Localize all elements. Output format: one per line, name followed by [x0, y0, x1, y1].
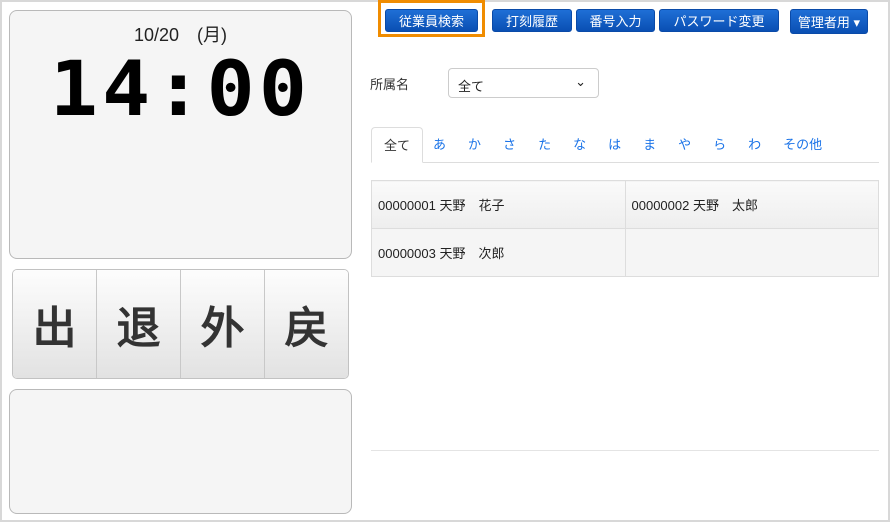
employee-cell[interactable]: 00000003 天野 次郎	[371, 228, 626, 277]
affiliation-select[interactable]: 全て ⌄	[448, 68, 599, 98]
employee-cell	[624, 228, 879, 277]
tab-10[interactable]: わ	[736, 127, 773, 163]
tab-3[interactable]: さ	[491, 127, 528, 163]
clock-panel: 10/20 (月) 14:00	[9, 10, 352, 259]
return-button[interactable]: 戻	[265, 270, 348, 378]
go-out-button[interactable]: 外	[181, 270, 265, 378]
employee-cell[interactable]: 00000001 天野 花子	[371, 180, 626, 229]
tab-7[interactable]: ま	[631, 127, 668, 163]
tab-4[interactable]: た	[526, 127, 563, 163]
message-panel	[9, 389, 352, 514]
tab-0[interactable]: 全て	[371, 127, 424, 163]
divider	[371, 450, 879, 451]
admin-dropdown-button[interactable]: 管理者用 ▾	[790, 9, 868, 34]
clock-time-display: 14:00	[49, 44, 312, 133]
clock-out-button[interactable]: 退	[97, 270, 181, 378]
tab-6[interactable]: は	[596, 127, 633, 163]
employee-cell[interactable]: 00000002 天野 太郎	[624, 180, 879, 229]
punch-buttons: 出 退 外 戻	[12, 269, 349, 379]
password-change-button[interactable]: パスワード変更	[659, 9, 779, 32]
table-row: 00000003 天野 次郎	[371, 228, 879, 277]
tab-11[interactable]: その他	[771, 127, 834, 163]
tab-1[interactable]: あ	[421, 127, 458, 163]
employee-table: 00000001 天野 花子 00000002 天野 太郎 00000003 天野…	[371, 180, 879, 277]
affiliation-label: 所属名	[370, 77, 410, 92]
chevron-down-icon: ⌄	[575, 74, 586, 89]
table-row: 00000001 天野 花子 00000002 天野 太郎	[371, 180, 879, 229]
tab-8[interactable]: や	[666, 127, 703, 163]
employee-search-button[interactable]: 従業員検索	[385, 9, 478, 32]
tab-9[interactable]: ら	[701, 127, 738, 163]
punch-history-button[interactable]: 打刻履歴	[492, 9, 572, 32]
clock-in-button[interactable]: 出	[13, 270, 97, 378]
kana-tabs: 全てあかさたなはまやらわその他	[371, 127, 879, 163]
tab-2[interactable]: か	[456, 127, 493, 163]
affiliation-value: 全て	[458, 79, 485, 94]
number-input-button[interactable]: 番号入力	[576, 9, 655, 32]
tab-5[interactable]: な	[561, 127, 598, 163]
